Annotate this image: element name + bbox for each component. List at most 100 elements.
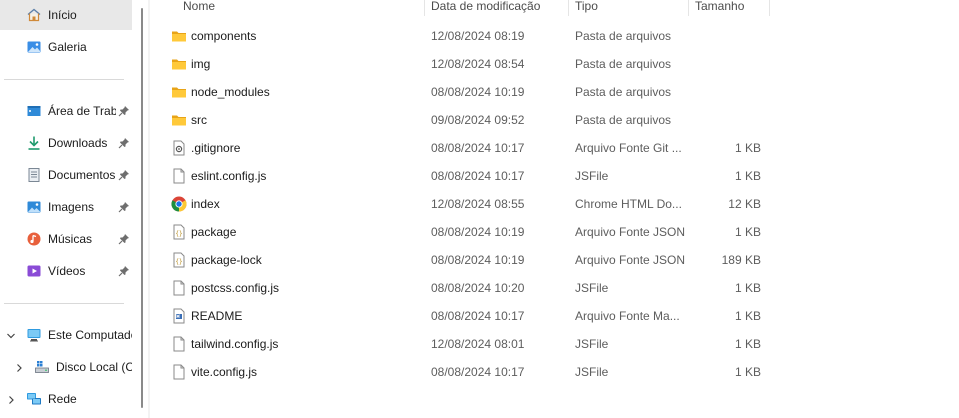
chevron-right-icon[interactable] bbox=[14, 362, 24, 372]
file-size: 1 KB bbox=[734, 309, 761, 323]
file-row[interactable]: src 09/08/2024 09:52 Pasta de arquivos bbox=[150, 106, 790, 134]
sidebar-item-label: Este Computador bbox=[48, 328, 132, 342]
column-header-name[interactable]: Nome bbox=[183, 0, 423, 18]
file-type: JSFile bbox=[575, 281, 609, 295]
file-date: 12/08/2024 08:54 bbox=[431, 57, 525, 71]
sidebar-item-label: Rede bbox=[48, 392, 77, 406]
pin-icon[interactable] bbox=[118, 137, 130, 149]
file-row[interactable]: vite.config.js 08/08/2024 10:17 JSFile 1… bbox=[150, 358, 790, 386]
file-size: 1 KB bbox=[734, 169, 761, 183]
network-icon bbox=[26, 391, 42, 407]
file-icon bbox=[171, 168, 187, 184]
column-divider[interactable] bbox=[688, 0, 689, 16]
computer-icon bbox=[26, 327, 42, 343]
sidebar-divider bbox=[4, 79, 124, 80]
file-name: package-lock bbox=[191, 253, 262, 267]
sidebar-divider bbox=[4, 303, 124, 304]
pin-icon[interactable] bbox=[118, 201, 130, 213]
file-row[interactable]: {} package 08/08/2024 10:19 Arquivo Font… bbox=[150, 218, 790, 246]
file-row[interactable]: eslint.config.js 08/08/2024 10:17 JSFile… bbox=[150, 162, 790, 190]
pin-icon[interactable] bbox=[118, 265, 130, 277]
file-row[interactable]: {} package-lock 08/08/2024 10:19 Arquivo… bbox=[150, 246, 790, 274]
file-size: 1 KB bbox=[734, 281, 761, 295]
file-name: eslint.config.js bbox=[191, 169, 267, 183]
file-explorer-window: Início Galeria Área de Trabalho Download… bbox=[0, 0, 959, 418]
file-name: .gitignore bbox=[191, 141, 241, 155]
sidebar-item-label: Vídeos bbox=[48, 264, 86, 278]
folder-icon bbox=[171, 84, 187, 100]
chrome-icon bbox=[171, 196, 187, 212]
file-name: src bbox=[191, 113, 207, 127]
file-size: 1 KB bbox=[734, 225, 761, 239]
file-row[interactable]: postcss.config.js 08/08/2024 10:20 JSFil… bbox=[150, 274, 790, 302]
column-divider[interactable] bbox=[568, 0, 569, 16]
file-size: 1 KB bbox=[734, 141, 761, 155]
svg-text:{}: {} bbox=[175, 259, 182, 266]
file-size: 1 KB bbox=[734, 365, 761, 379]
chevron-right-icon[interactable] bbox=[6, 394, 16, 404]
file-row[interactable]: README 08/08/2024 10:17 Arquivo Fonte Ma… bbox=[150, 302, 790, 330]
markdown-file-icon bbox=[171, 308, 187, 324]
sidebar-item-network[interactable]: Rede bbox=[0, 384, 132, 414]
file-date: 12/08/2024 08:01 bbox=[431, 337, 525, 351]
sidebar-item-gallery[interactable]: Galeria bbox=[0, 32, 132, 62]
sidebar-item-label: Documentos bbox=[48, 168, 116, 182]
sidebar-item-downloads[interactable]: Downloads bbox=[0, 128, 132, 158]
file-name: vite.config.js bbox=[191, 365, 258, 379]
sidebar-scrollbar-thumb[interactable] bbox=[141, 8, 143, 408]
file-type: Arquivo Fonte Git ... bbox=[575, 141, 682, 155]
column-header-label: Nome bbox=[183, 0, 216, 13]
file-date: 08/08/2024 10:17 bbox=[431, 141, 525, 155]
pin-icon[interactable] bbox=[118, 169, 130, 181]
file-row[interactable]: .gitignore 08/08/2024 10:17 Arquivo Font… bbox=[150, 134, 790, 162]
sidebar-item-pictures[interactable]: Imagens bbox=[0, 192, 132, 222]
file-date: 08/08/2024 10:20 bbox=[431, 281, 525, 295]
pin-icon[interactable] bbox=[118, 233, 130, 245]
json-file-icon: {} bbox=[171, 252, 187, 268]
file-row[interactable]: img 12/08/2024 08:54 Pasta de arquivos bbox=[150, 50, 790, 78]
sidebar-item-local-disk[interactable]: Disco Local (C:) bbox=[0, 352, 132, 382]
file-type: JSFile bbox=[575, 169, 609, 183]
sidebar-item-label: Área de Trabalho bbox=[48, 104, 116, 118]
sidebar-item-documents[interactable]: Documentos bbox=[0, 160, 132, 190]
file-name: tailwind.config.js bbox=[191, 337, 279, 351]
file-date: 08/08/2024 10:19 bbox=[431, 253, 525, 267]
file-type: Pasta de arquivos bbox=[575, 29, 672, 43]
file-row[interactable]: node_modules 08/08/2024 10:19 Pasta de a… bbox=[150, 78, 790, 106]
file-icon bbox=[171, 364, 187, 380]
column-header-date[interactable]: Data de modificação bbox=[431, 0, 567, 18]
music-icon bbox=[26, 231, 42, 247]
sidebar-item-videos[interactable]: Vídeos bbox=[0, 256, 132, 286]
file-type: JSFile bbox=[575, 337, 609, 351]
column-divider[interactable] bbox=[769, 0, 770, 16]
file-date: 08/08/2024 10:19 bbox=[431, 85, 525, 99]
file-date: 12/08/2024 08:19 bbox=[431, 29, 525, 43]
sidebar-item-music[interactable]: Músicas bbox=[0, 224, 132, 254]
file-type: Chrome HTML Do... bbox=[575, 197, 682, 211]
file-row[interactable]: index 12/08/2024 08:55 Chrome HTML Do...… bbox=[150, 190, 790, 218]
chevron-down-icon[interactable] bbox=[6, 330, 16, 340]
file-type: JSFile bbox=[575, 365, 609, 379]
file-icon bbox=[171, 336, 187, 352]
file-size: 12 KB bbox=[728, 197, 761, 211]
file-size: 189 KB bbox=[721, 253, 761, 267]
sidebar-item-this-pc[interactable]: Este Computador bbox=[0, 320, 132, 350]
folder-icon bbox=[171, 28, 187, 44]
file-date: 09/08/2024 09:52 bbox=[431, 113, 525, 127]
file-type: Arquivo Fonte JSON bbox=[575, 253, 686, 267]
pin-icon[interactable] bbox=[118, 105, 130, 117]
column-divider[interactable] bbox=[424, 0, 425, 16]
column-header-label: Tamanho bbox=[695, 0, 745, 13]
folder-icon bbox=[171, 112, 187, 128]
json-file-icon: {} bbox=[171, 224, 187, 240]
gallery-icon bbox=[26, 39, 42, 55]
sidebar-item-home[interactable]: Início bbox=[0, 0, 132, 30]
file-name: index bbox=[191, 197, 220, 211]
sidebar-item-label: Início bbox=[48, 8, 77, 22]
file-row[interactable]: tailwind.config.js 12/08/2024 08:01 JSFi… bbox=[150, 330, 790, 358]
column-header-size[interactable]: Tamanho bbox=[695, 0, 769, 18]
videos-icon bbox=[26, 263, 42, 279]
file-row[interactable]: components 12/08/2024 08:19 Pasta de arq… bbox=[150, 22, 790, 50]
sidebar-item-desktop[interactable]: Área de Trabalho bbox=[0, 96, 132, 126]
column-header-type[interactable]: Tipo bbox=[575, 0, 685, 18]
